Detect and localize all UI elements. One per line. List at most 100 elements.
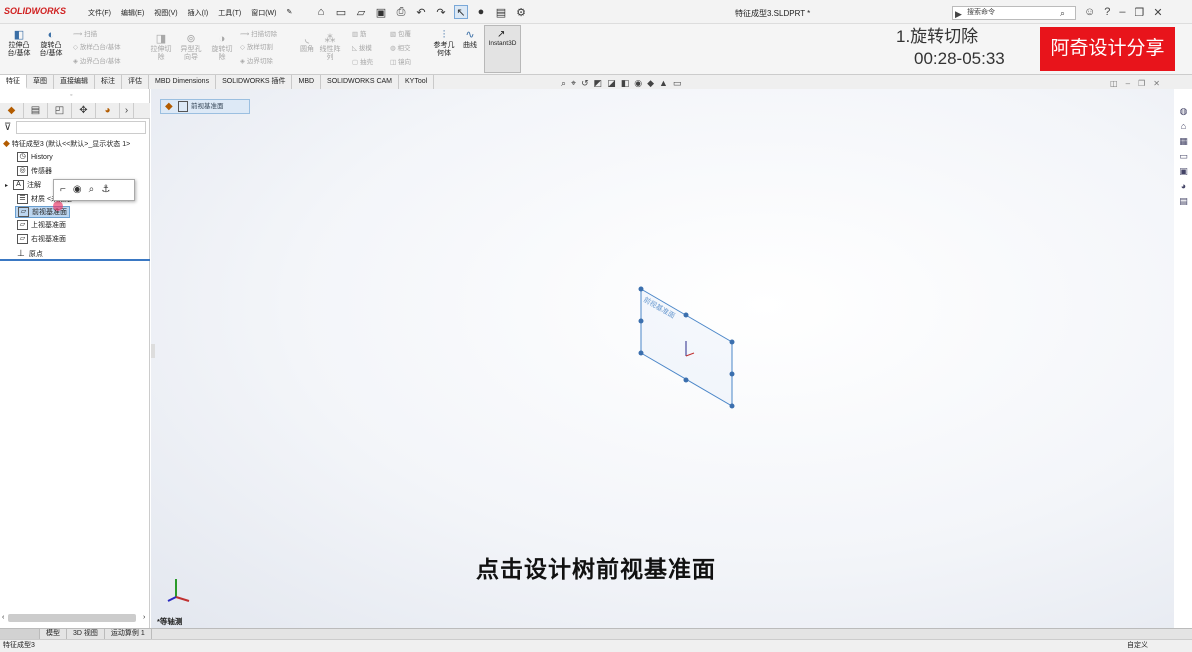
design-library-icon[interactable]: ▦ bbox=[1175, 136, 1192, 150]
extrude-cut-button[interactable]: ◨ 拉伸切 除 bbox=[148, 33, 174, 62]
bottom-tabs-nav[interactable] bbox=[0, 629, 40, 639]
doc-close-icon[interactable]: ✕ bbox=[1153, 79, 1160, 88]
print-icon[interactable]: ⎙ bbox=[394, 5, 408, 19]
tab-model[interactable]: 模型 bbox=[40, 629, 67, 639]
tab-evaluate[interactable]: 评估 bbox=[122, 75, 149, 89]
menu-tools[interactable]: 工具(T) bbox=[218, 8, 241, 18]
section-view-icon[interactable]: ◩ bbox=[594, 78, 603, 89]
doc-minimize-icon[interactable]: – bbox=[1126, 79, 1130, 88]
revolve-cut-button[interactable]: ◑ 旋转切 除 bbox=[209, 33, 235, 62]
draft-button[interactable]: ◺ 拔模 bbox=[352, 42, 372, 52]
tab-motion-study[interactable]: 运动算例 1 bbox=[105, 629, 152, 639]
redo-icon[interactable]: ↷ bbox=[434, 5, 448, 19]
display-style-icon[interactable]: ◧ bbox=[621, 78, 630, 89]
tree-item-right-plane[interactable]: ▱ 右视基准面 bbox=[17, 234, 66, 244]
anchor-icon[interactable]: ⚓ bbox=[101, 184, 110, 196]
doc-tile-icon[interactable]: ◫ bbox=[1110, 79, 1118, 88]
options-gear-icon[interactable]: ⚙ bbox=[514, 5, 528, 19]
loft-cut-button[interactable]: ◇ 放样切割 bbox=[240, 41, 273, 51]
menu-window[interactable]: 窗口(W) bbox=[251, 8, 276, 18]
sweep-cut-button[interactable]: ⟿ 扫描切除 bbox=[240, 28, 277, 38]
tabs-more-icon[interactable]: › bbox=[120, 103, 134, 118]
graphics-area[interactable]: 前视基准面 bbox=[151, 89, 1174, 629]
tab-features[interactable]: 特征 bbox=[0, 75, 27, 89]
tab-direct-editing[interactable]: 直接编辑 bbox=[54, 75, 95, 89]
scene-icon[interactable]: ▲ bbox=[659, 78, 668, 89]
save-icon[interactable]: ▣ bbox=[374, 5, 388, 19]
tree-item-sensors[interactable]: ◎ 传感器 bbox=[17, 166, 52, 176]
view-palette-icon[interactable]: ▣ bbox=[1175, 166, 1192, 180]
close-icon[interactable]: ✕ bbox=[1153, 6, 1162, 19]
curves-button[interactable]: ∿ 曲线 bbox=[460, 29, 480, 50]
feature-manager-tab-icon[interactable]: ◆ bbox=[0, 103, 24, 118]
search-icon[interactable]: ⌕ bbox=[1060, 7, 1065, 19]
normal-to-icon[interactable]: ⌕ bbox=[89, 184, 95, 196]
minimize-icon[interactable]: – bbox=[1119, 6, 1125, 19]
tab-3d-views[interactable]: 3D 视图 bbox=[67, 629, 105, 639]
sweep-button[interactable]: ⟿ 扫描 bbox=[73, 28, 97, 38]
tree-root-part[interactable]: ◆ 特征成型3 (默认<<默认>_显示状态 1> bbox=[3, 138, 130, 149]
linear-pattern-button[interactable]: ⁂ 线性阵 列 bbox=[318, 33, 342, 62]
tree-item-history[interactable]: ◷ History bbox=[17, 152, 53, 162]
tree-item-origin[interactable]: ⊥ 原点 bbox=[17, 248, 43, 259]
breadcrumb[interactable]: ◆ 前视基准面 bbox=[160, 99, 250, 114]
reference-geometry-button[interactable]: ⫶ 参考几 何体 bbox=[431, 29, 457, 58]
menu-edit[interactable]: 编辑(E) bbox=[121, 8, 144, 18]
tree-item-top-plane[interactable]: ▱ 上视基准面 bbox=[17, 220, 66, 230]
tab-kytool[interactable]: KYTool bbox=[399, 75, 435, 89]
configuration-manager-tab-icon[interactable]: ◰ bbox=[48, 103, 72, 118]
loft-button[interactable]: ◇ 放样凸台/基体 bbox=[73, 41, 121, 51]
edit-appearance-icon[interactable]: ◆ bbox=[647, 78, 654, 89]
view-settings-icon[interactable]: ▭ bbox=[673, 78, 682, 89]
sketch-icon[interactable]: ⌐ bbox=[60, 184, 66, 196]
mirror-button[interactable]: ◫ 镜向 bbox=[390, 56, 411, 66]
menu-view[interactable]: 视图(V) bbox=[154, 8, 177, 18]
boundary-cut-button[interactable]: ◈ 边界切除 bbox=[240, 55, 273, 65]
tab-sketch[interactable]: 草图 bbox=[27, 75, 54, 89]
display-manager-tab-icon[interactable]: ◕ bbox=[96, 103, 120, 118]
menu-insert[interactable]: 插入(I) bbox=[188, 8, 209, 18]
home-pane-icon[interactable]: ⌂ bbox=[1175, 121, 1192, 135]
previous-view-icon[interactable]: ↺ bbox=[581, 78, 589, 89]
undo-icon[interactable]: ↶ bbox=[414, 5, 428, 19]
select-arrow-icon[interactable]: ↖ bbox=[454, 5, 468, 19]
rebuild-icon[interactable]: ● bbox=[474, 5, 488, 19]
boundary-button[interactable]: ◈ 边界凸台/基体 bbox=[73, 55, 121, 65]
panel-grip-icon[interactable]: ◦ bbox=[70, 92, 72, 99]
custom-properties-icon[interactable]: ▤ bbox=[1175, 196, 1192, 210]
home-icon[interactable]: ⌂ bbox=[314, 5, 328, 19]
solidworks-resources-icon[interactable]: ◍ bbox=[1175, 106, 1192, 120]
open-file-icon[interactable]: ▱ bbox=[354, 5, 368, 19]
status-units[interactable]: 自定义 bbox=[1127, 640, 1148, 652]
menu-file[interactable]: 文件(F) bbox=[88, 8, 111, 18]
hole-wizard-button[interactable]: ⊚ 异型孔 向导 bbox=[177, 33, 205, 62]
doc-restore-icon[interactable]: ❐ bbox=[1138, 79, 1145, 88]
pin-icon[interactable]: ✎ bbox=[286, 8, 292, 18]
hide-show-icon[interactable]: ◉ bbox=[634, 78, 642, 89]
expand-icon[interactable]: ▸ bbox=[5, 182, 8, 189]
instant3d-button[interactable]: ↗ Instant3D bbox=[484, 25, 521, 73]
extrude-boss-button[interactable]: ◧ 拉伸凸 台/基体 bbox=[5, 29, 33, 58]
filter-icon[interactable]: ⊽ bbox=[4, 122, 11, 133]
new-file-icon[interactable]: ▭ bbox=[334, 5, 348, 19]
help-icon[interactable]: ? bbox=[1104, 6, 1110, 19]
tab-markup[interactable]: 标注 bbox=[95, 75, 122, 89]
fillet-button[interactable]: ◟ 圆角 bbox=[297, 33, 317, 54]
property-manager-tab-icon[interactable]: ▤ bbox=[24, 103, 48, 118]
zoom-fit-icon[interactable]: ⌕ bbox=[561, 78, 566, 89]
tab-mbd[interactable]: MBD bbox=[292, 75, 322, 89]
tab-cam[interactable]: SOLIDWORKS CAM bbox=[321, 75, 399, 89]
search-command-box[interactable]: ▶ 搜索命令 ⌕ bbox=[952, 6, 1076, 20]
tab-addins[interactable]: SOLIDWORKS 插件 bbox=[216, 75, 293, 89]
file-explorer-icon[interactable]: ▭ bbox=[1175, 151, 1192, 165]
view-orientation-icon[interactable]: ◪ bbox=[607, 78, 616, 89]
tree-scroll-right-icon[interactable]: › bbox=[143, 614, 145, 621]
show-hide-eye-icon[interactable]: ◉ bbox=[73, 184, 82, 196]
tree-filter-input[interactable] bbox=[16, 121, 146, 134]
wrap-button[interactable]: ▧ 包覆 bbox=[390, 28, 411, 38]
tree-item-annotations[interactable]: ▸ A 注解 bbox=[5, 180, 41, 190]
tab-mbd-dimensions[interactable]: MBD Dimensions bbox=[149, 75, 217, 89]
revolve-boss-button[interactable]: ◐ 旋转凸 台/基体 bbox=[36, 29, 66, 58]
intersect-button[interactable]: ◍ 相交 bbox=[390, 42, 410, 52]
file-properties-icon[interactable]: ▤ bbox=[494, 5, 508, 19]
